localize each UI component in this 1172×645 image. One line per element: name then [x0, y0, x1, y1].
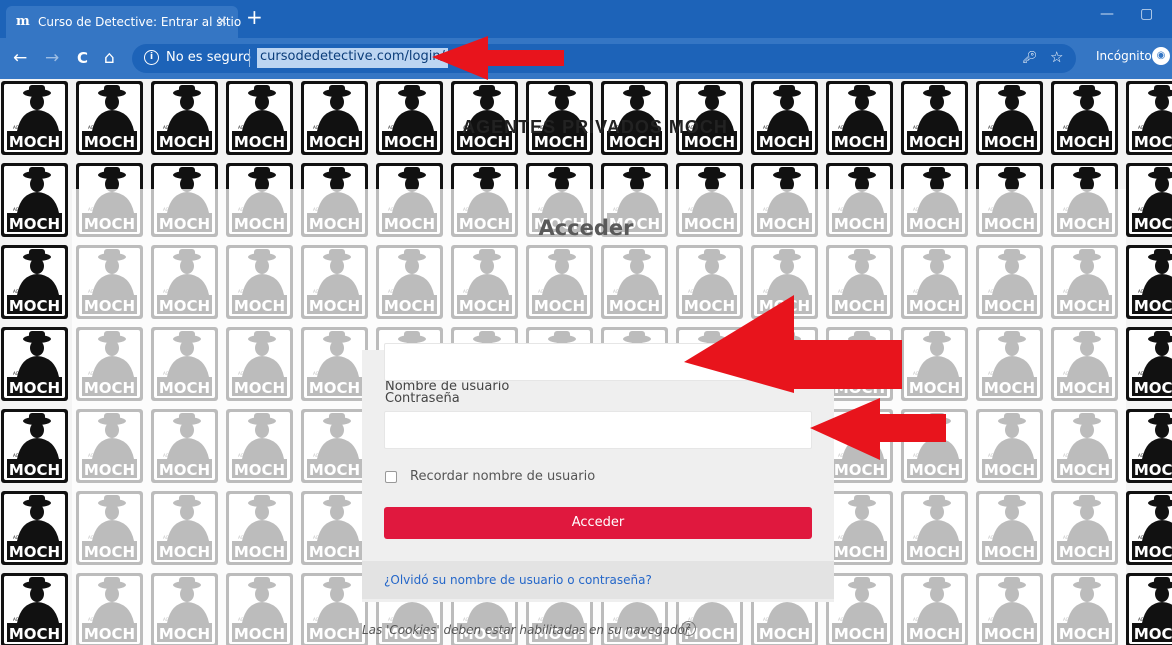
password-label: Contraseña [385, 391, 460, 406]
help-icon[interactable]: ? [681, 621, 696, 636]
forgot-credentials-link[interactable]: ¿Olvidó su nombre de usuario o contraseñ… [384, 573, 652, 587]
restore-icon[interactable]: ▢ [1140, 6, 1153, 22]
forward-button[interactable]: → [45, 48, 59, 68]
incognito-label: Incógnito [1096, 49, 1152, 63]
browser-toolbar: ← → C ⌂ i No es seguro cursodedetective.… [0, 38, 1172, 79]
new-tab-button[interactable]: + [246, 6, 263, 28]
back-button[interactable]: ← [13, 48, 27, 68]
annotation-arrow-url [432, 36, 564, 80]
remember-username-checkbox[interactable] [385, 471, 397, 483]
tab-close-icon[interactable]: × [216, 13, 228, 29]
star-icon[interactable]: ☆ [1050, 48, 1063, 66]
remember-username-label[interactable]: Recordar nombre de usuario [410, 469, 595, 484]
page-title: Acceder [538, 216, 634, 240]
login-button[interactable]: Acceder [384, 507, 812, 539]
info-icon[interactable]: i [144, 50, 159, 65]
site-favicon-icon: m [16, 14, 30, 29]
minimize-icon[interactable]: — [1100, 6, 1114, 22]
omnibox-divider [249, 49, 250, 67]
address-bar[interactable]: i No es seguro cursodedetective.com/logi… [132, 44, 1076, 73]
tab-bar: m Curso de Detective: Entrar al sitio × … [0, 0, 1172, 38]
password-field[interactable] [384, 411, 812, 449]
tab-title: Curso de Detective: Entrar al sitio [38, 15, 242, 29]
security-status[interactable]: No es seguro [166, 50, 251, 65]
key-icon[interactable]: 🔑︎ [1022, 50, 1037, 64]
cookies-notice: Las 'Cookies' deben estar habilitadas en… [362, 623, 690, 637]
site-brand-title: AGENTES PRIVADOS MOCH [462, 117, 728, 137]
annotation-arrow-password [810, 398, 946, 460]
url-text[interactable]: cursodedetective.com/login/ [257, 48, 448, 68]
home-button[interactable]: ⌂ [104, 48, 115, 68]
incognito-icon[interactable]: ◉ [1152, 47, 1170, 65]
browser-tab[interactable]: m Curso de Detective: Entrar al sitio × [6, 6, 242, 38]
reload-button[interactable]: C [77, 48, 88, 68]
annotation-arrow-username [684, 295, 902, 393]
